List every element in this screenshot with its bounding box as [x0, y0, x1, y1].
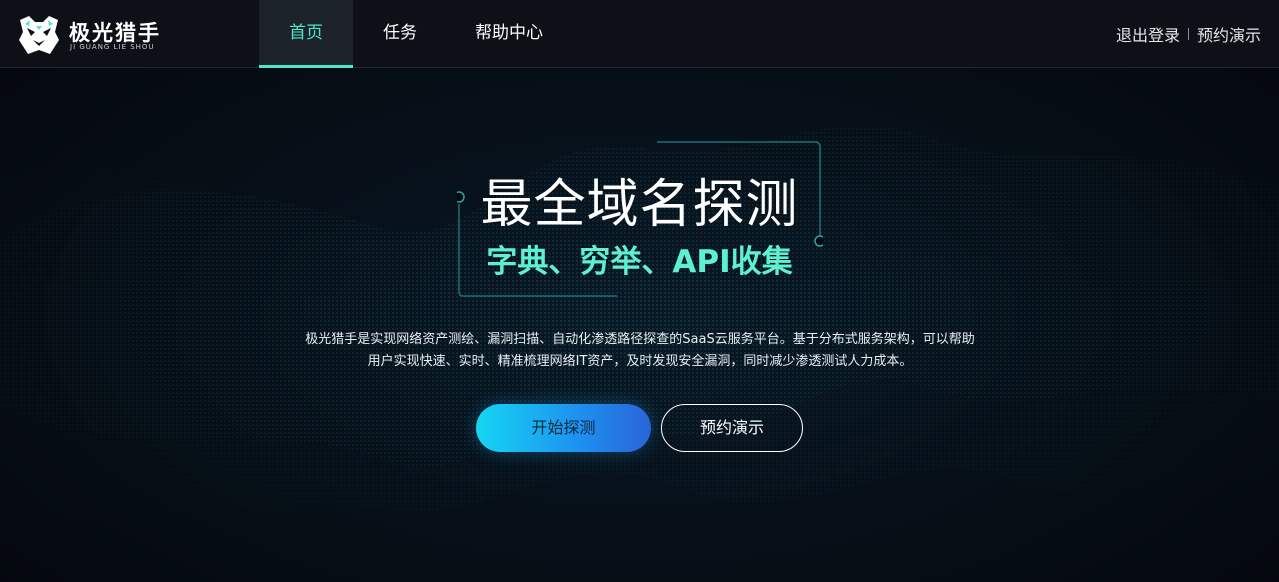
page: 极光猎手 JI GUANG LIE SHOU 首页 任务 帮助中心 退出登录 预… — [0, 0, 1279, 582]
logout-link[interactable]: 退出登录 — [1116, 22, 1180, 46]
nav-help-center[interactable]: 帮助中心 — [447, 0, 571, 68]
description-line-2: 用户实现快速、实时、精准梳理网络IT资产，及时发现安全漏洞，同时减少渗透测试人力… — [367, 354, 913, 369]
start-detection-button[interactable]: 开始探测 — [476, 404, 651, 452]
logo-subtitle: JI GUANG LIE SHOU — [70, 43, 155, 51]
hero-title: 最全域名探测 — [480, 175, 799, 235]
book-demo-button[interactable]: 预约演示 — [661, 404, 803, 452]
hero-subtitle: 字典、穷举、API收集 — [486, 244, 793, 280]
book-demo-link[interactable]: 预约演示 — [1197, 22, 1261, 46]
header-divider — [1187, 28, 1189, 40]
top-navbar: 极光猎手 JI GUANG LIE SHOU 首页 任务 帮助中心 退出登录 预… — [0, 0, 1279, 68]
hero-description: 极光猎手是实现网络资产测绘、漏洞扫描、自动化渗透路径探查的SaaS云服务平台。基… — [270, 329, 1010, 373]
header-actions: 退出登录 预约演示 — [1116, 0, 1261, 68]
nav-home[interactable]: 首页 — [259, 0, 353, 68]
main-nav: 首页 任务 帮助中心 — [259, 0, 571, 68]
description-line-1: 极光猎手是实现网络资产测绘、漏洞扫描、自动化渗透路径探查的SaaS云服务平台。基… — [305, 332, 975, 347]
logo[interactable]: 极光猎手 JI GUANG LIE SHOU — [17, 14, 177, 56]
nav-tasks[interactable]: 任务 — [353, 0, 447, 68]
tiger-head-logo-icon — [19, 16, 59, 54]
